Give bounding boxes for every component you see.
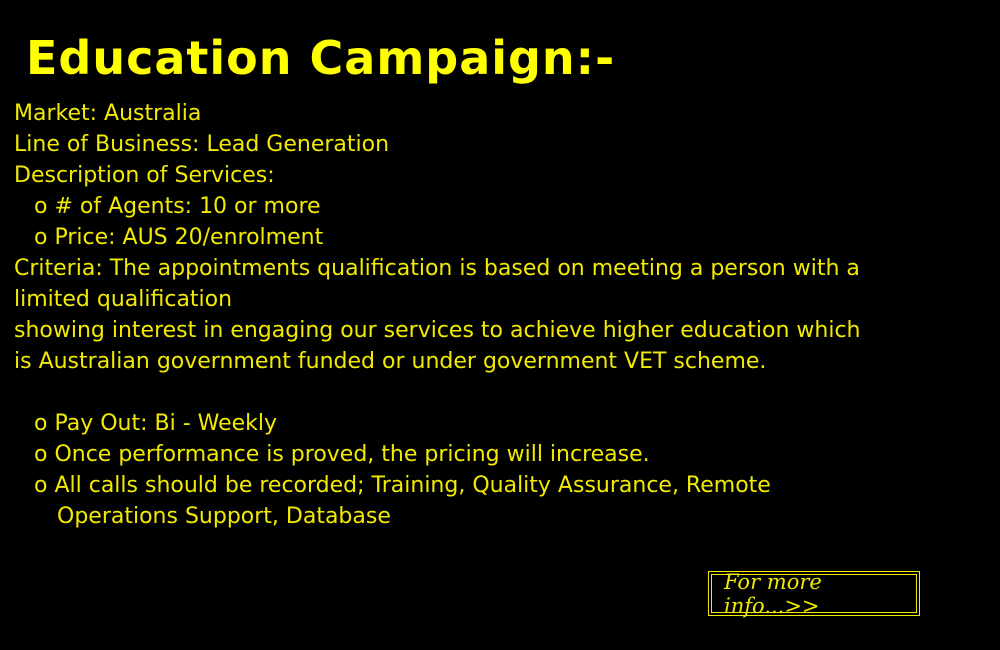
description-heading: Description of Services: — [14, 163, 275, 188]
page-title: Education Campaign:- — [26, 31, 616, 85]
agents-item: o # of Agents: 10 or more — [34, 194, 321, 219]
criteria-line-4: is Australian government funded or under… — [14, 349, 767, 374]
calls-item-line-2: Operations Support, Database — [57, 504, 391, 529]
performance-item: o Once performance is proved, the pricin… — [34, 442, 650, 467]
more-info-button[interactable]: For more info...>> — [708, 570, 920, 618]
campaign-details: Market: Australia Line of Business: Lead… — [14, 98, 954, 532]
line-of-business: Line of Business: Lead Generation — [14, 132, 390, 157]
criteria-line-3: showing interest in engaging our service… — [14, 318, 861, 343]
calls-item-line-1: o All calls should be recorded; Training… — [34, 473, 771, 498]
criteria-line-1: Criteria: The appointments qualification… — [14, 256, 860, 281]
price-item: o Price: AUS 20/enrolment — [34, 225, 324, 250]
criteria-line-2: limited qualification — [14, 287, 233, 312]
market-line: Market: Australia — [14, 101, 202, 126]
more-info-label: For more info...>> — [711, 570, 917, 618]
payout-item: o Pay Out: Bi - Weekly — [34, 411, 278, 436]
